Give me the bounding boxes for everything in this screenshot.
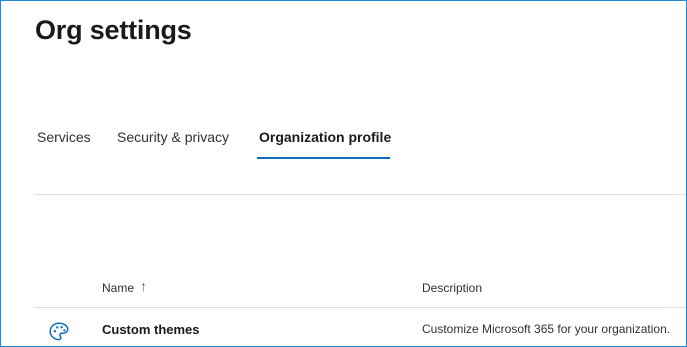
tab-security-privacy[interactable]: Security & privacy [117,129,229,161]
table-row[interactable]: Custom themes Customize Microsoft 365 fo… [34,311,686,346]
divider [34,194,686,195]
app-window: Org settings Services Security & privacy… [0,0,687,347]
row-description: Customize Microsoft 365 for your organiz… [422,322,671,336]
column-header-name[interactable]: Name [102,281,134,295]
sort-ascending-icon: ↑ [140,278,147,294]
tab-services[interactable]: Services [37,129,91,161]
column-header-description: Description [422,281,483,295]
page-title: Org settings [35,15,192,45]
row-name[interactable]: Custom themes [102,322,200,337]
table-header: Name ↑ Description [34,277,686,308]
palette-icon [48,321,70,343]
header-divider [34,307,686,308]
active-tab-indicator [257,157,390,159]
